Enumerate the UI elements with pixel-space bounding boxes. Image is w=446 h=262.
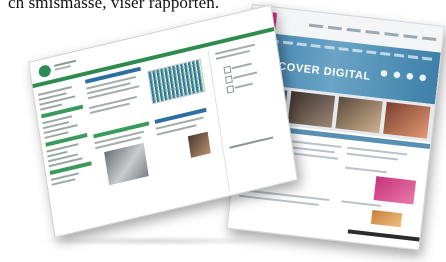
main-content — [84, 52, 223, 220]
text-line — [234, 82, 253, 89]
brand-logo-icon — [37, 63, 52, 79]
drop-shadow — [30, 236, 280, 246]
text-line — [290, 152, 339, 160]
footer-line — [229, 136, 274, 149]
caption-text: ch smismasse, viser rapporten. — [8, 0, 220, 12]
bar-chart-thumbnail — [147, 58, 206, 105]
text-line — [341, 200, 382, 207]
text-line — [233, 71, 258, 80]
text-line — [346, 152, 399, 161]
text-line — [344, 166, 387, 174]
portrait-thumbnail — [187, 131, 211, 158]
photo-thumbnail — [104, 142, 149, 186]
checkbox-icon — [224, 75, 233, 84]
photo-thumbnail — [383, 101, 431, 139]
footer-bar — [347, 229, 420, 242]
promo-image — [370, 209, 403, 228]
text-line — [231, 62, 252, 70]
top-navigation-bar — [308, 23, 439, 42]
promo-image — [373, 176, 417, 205]
right-sidebar — [207, 36, 290, 192]
people-silhouettes-icon — [376, 67, 431, 90]
photo-thumbnail — [335, 96, 383, 134]
photo-thumbnail — [287, 91, 336, 128]
checkbox-icon — [223, 65, 232, 75]
checkbox-icon — [226, 85, 235, 94]
